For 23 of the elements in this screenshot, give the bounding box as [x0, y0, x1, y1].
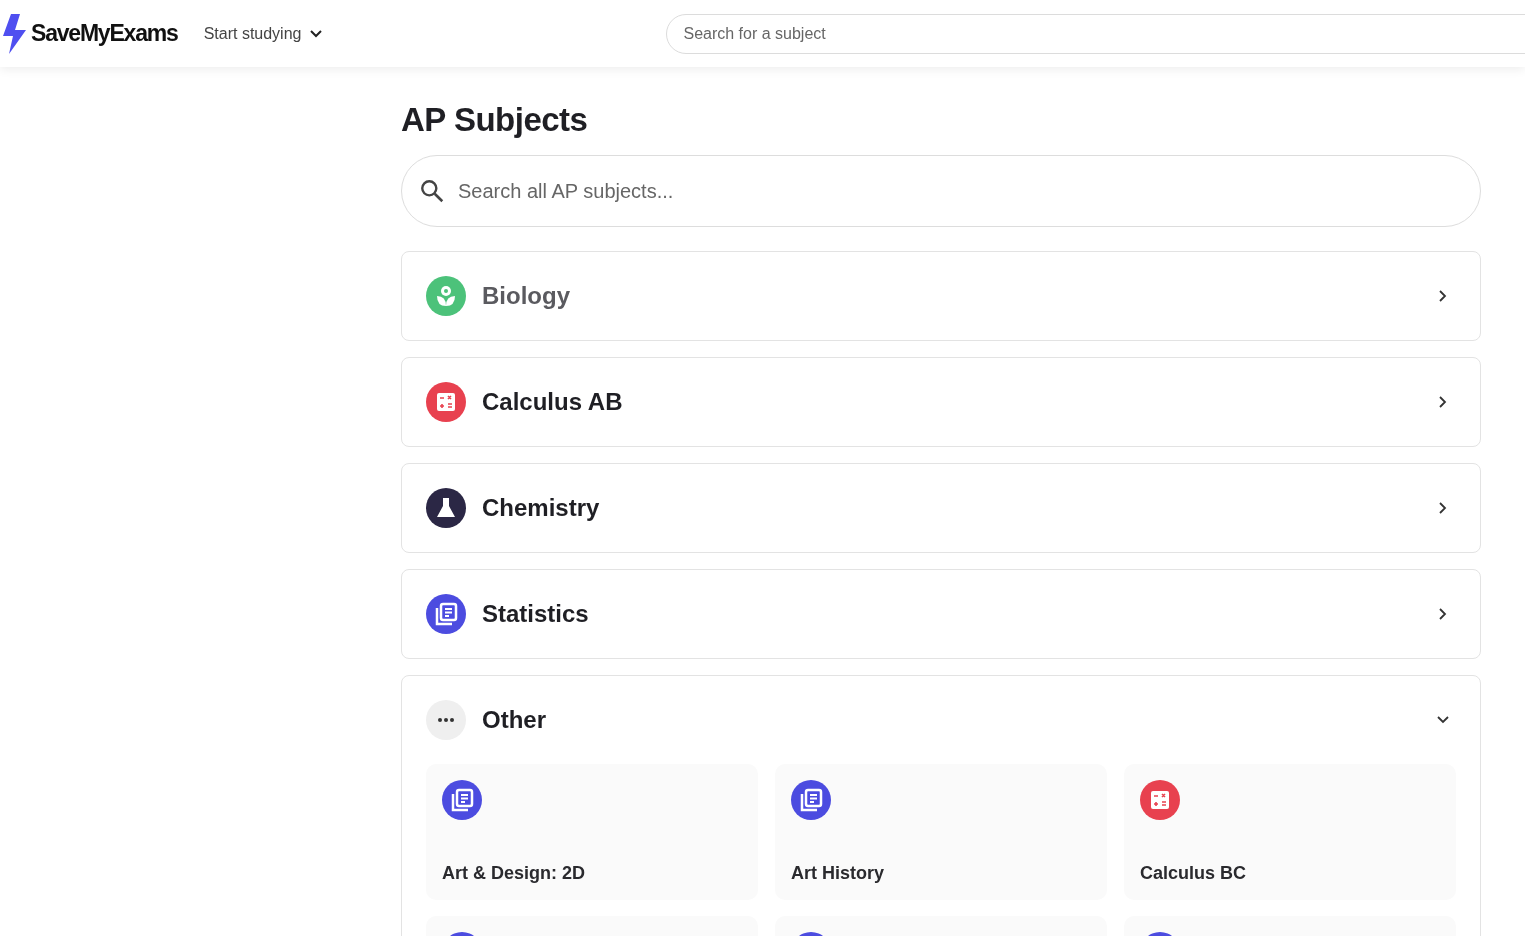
subject-name: Calculus BC — [1140, 863, 1247, 884]
start-studying-menu[interactable]: Start studying — [201, 20, 325, 47]
page-title: AP Subjects — [401, 101, 589, 139]
subject-search-field[interactable]: Search for a subject — [666, 13, 1525, 54]
chevron-icon — [310, 29, 323, 38]
subject-name: Other — [482, 706, 547, 734]
subject-tile[interactable]: Calculus BC — [1124, 764, 1456, 900]
lightning-bolt-icon[interactable] — [1, 13, 27, 54]
ap-subject-search-field[interactable]: Search all AP subjects... — [401, 155, 1481, 227]
subject-name: Statistics — [482, 600, 590, 628]
subject-row[interactable]: Statistics — [402, 570, 1480, 658]
subject-tile[interactable]: Art History — [775, 764, 1107, 900]
subject-row[interactable]: Biology — [402, 252, 1480, 340]
subject-row[interactable]: Calculus AB — [402, 358, 1480, 446]
subject-row[interactable]: Other — [402, 676, 1480, 764]
subject-name: Calculus AB — [482, 388, 624, 416]
subject-name: Chemistry — [482, 494, 601, 522]
subject-row[interactable]: Chemistry — [402, 464, 1480, 552]
subject-tile[interactable]: Art & Design: 2D — [426, 764, 758, 900]
subject-name: Biology — [482, 282, 571, 310]
logo-text[interactable]: SaveMyExams — [31, 20, 178, 47]
subject-name: Art & Design: 2D — [442, 863, 585, 884]
subject-name: Art History — [791, 863, 884, 884]
